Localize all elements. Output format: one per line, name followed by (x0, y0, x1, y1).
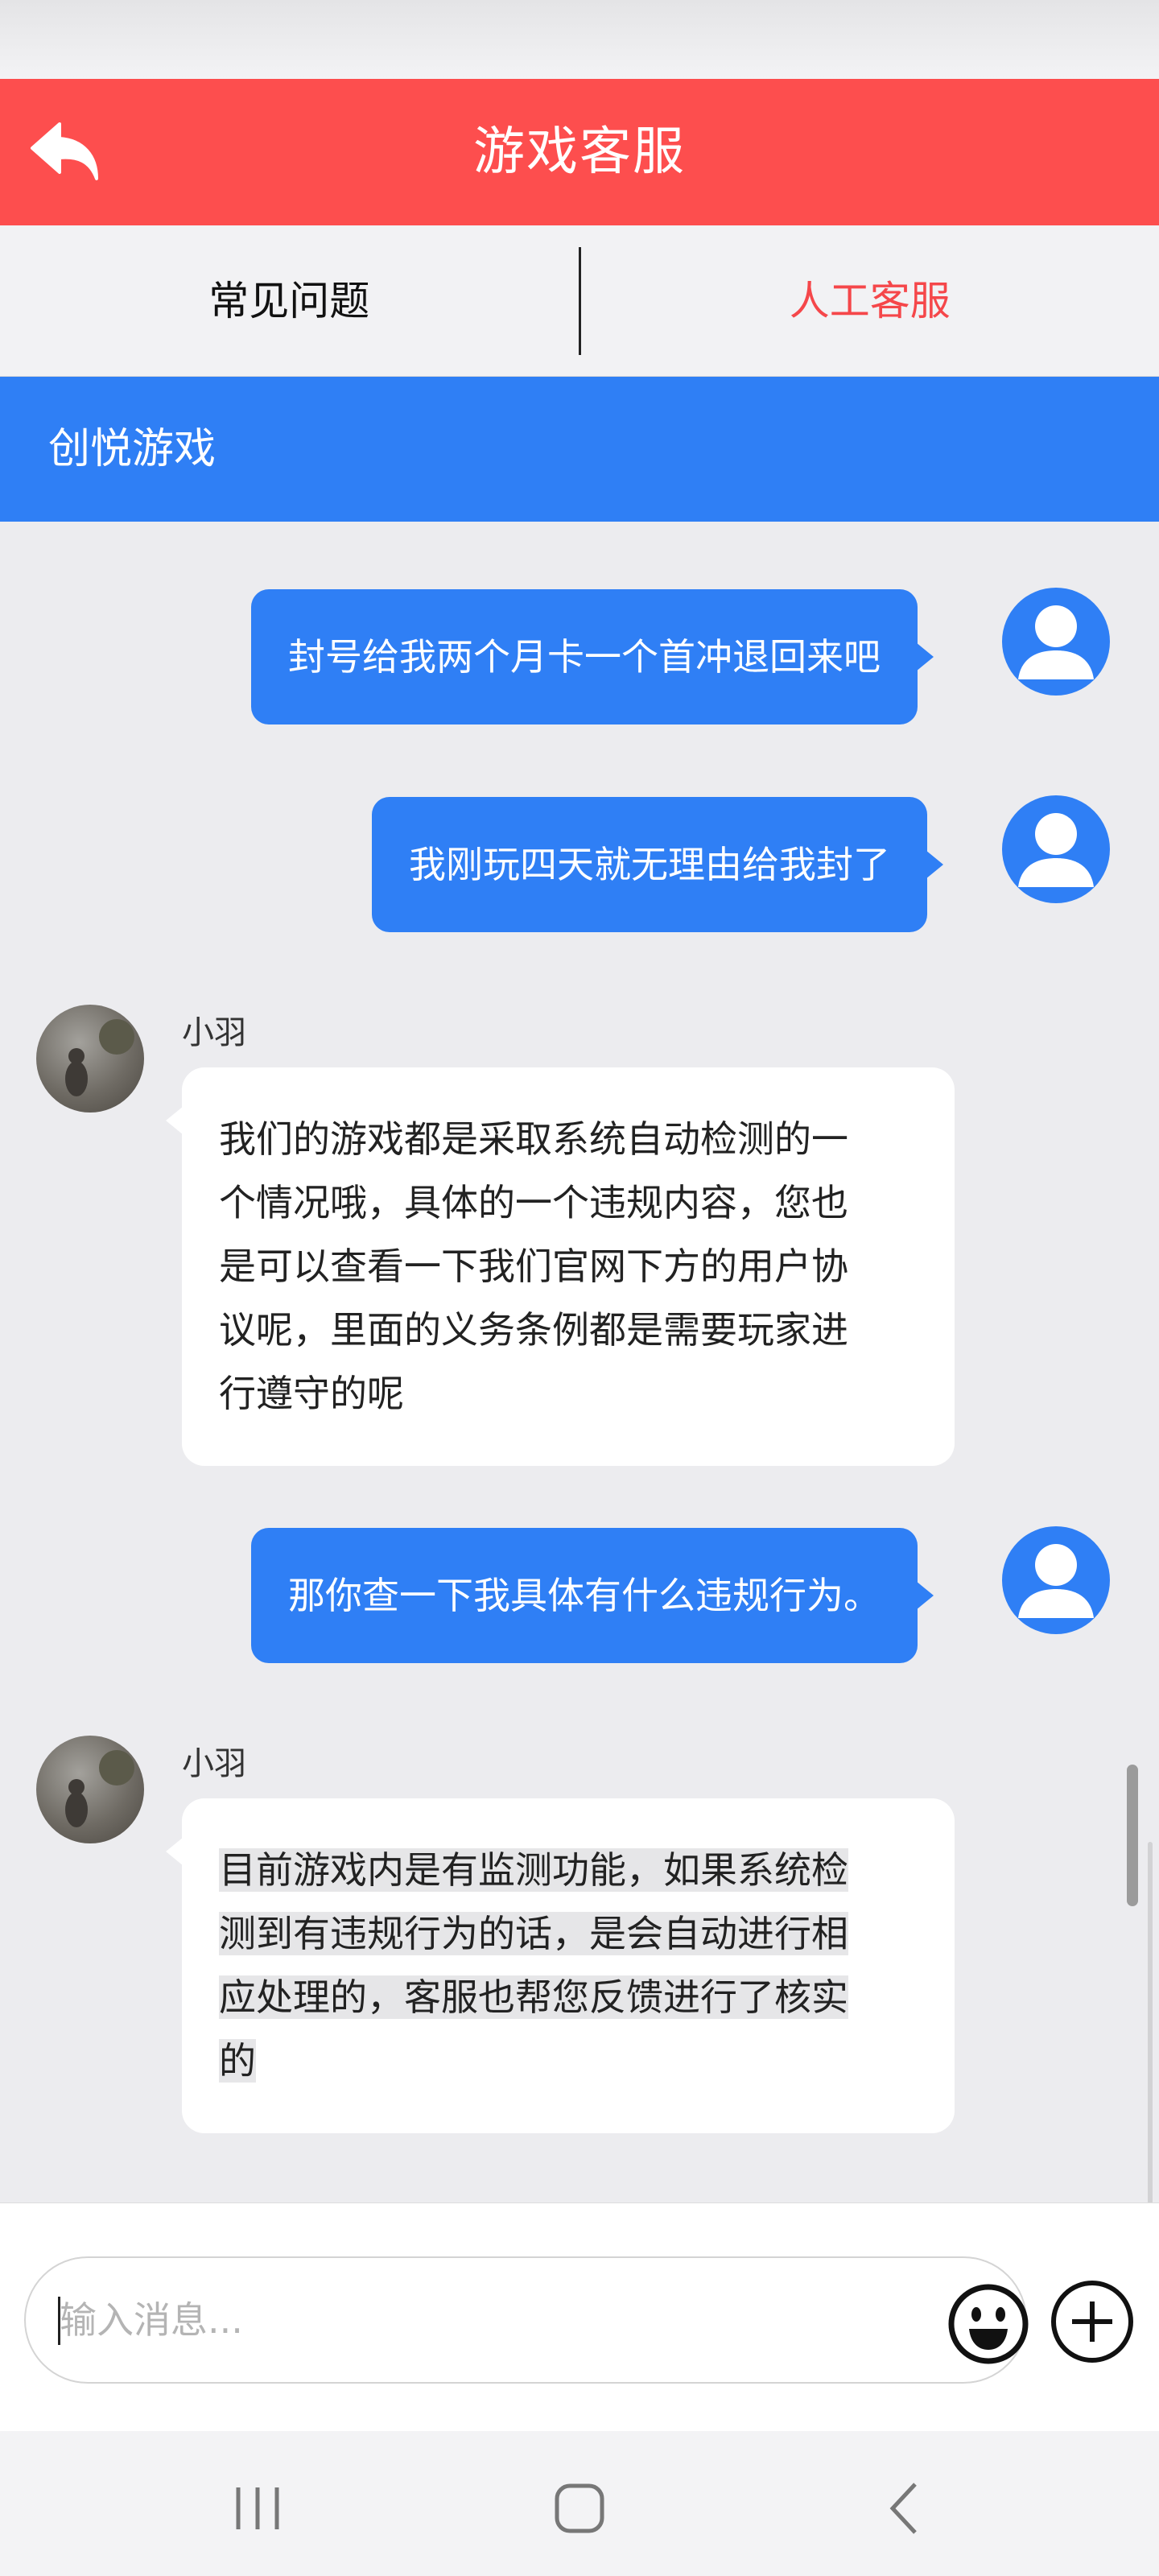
user-message: 那你查一下我具体有什么违规行为。 (251, 1528, 934, 1663)
company-banner: 创悦游戏 (0, 377, 1159, 522)
input-placeholder: 输入消息... (60, 2298, 243, 2342)
message-line: 行遵守的呢 (219, 1372, 404, 1415)
scrollbar-thumb[interactable] (1127, 1765, 1138, 1906)
user-avatar-icon[interactable] (1002, 1526, 1110, 1634)
agent-name: 小羽 (182, 1745, 246, 1782)
message-line: 目前游戏内是有监测功能，如果系统检 (219, 1848, 848, 1892)
tab-human-service[interactable]: 人工客服 (581, 225, 1159, 377)
message-line: 我们的游戏都是采取系统自动检测的一 (219, 1117, 848, 1161)
scrollbar-track[interactable] (1148, 1842, 1153, 2202)
status-bar (0, 0, 1159, 79)
message-line: 测到有违规行为的话，是会自动进行相 (219, 1912, 848, 1955)
back-icon (889, 2483, 917, 2534)
message-line: 议呢，里面的义务条例都是需要玩家进 (219, 1308, 848, 1352)
agent-name: 小羽 (182, 1014, 246, 1051)
home-icon (555, 2483, 604, 2533)
message-line: 的 (219, 2039, 256, 2083)
message-line: 是可以查看一下我们官网下方的用户协 (219, 1245, 848, 1288)
page-title: 游戏客服 (473, 122, 686, 182)
agent-message: 目前游戏内是有监测功能，如果系统检 测到有违规行为的话，是会自动进行相 应处理的… (166, 1798, 955, 2133)
message-input[interactable]: 输入消息... (24, 2256, 1030, 2384)
user-avatar-icon[interactable] (1002, 588, 1110, 696)
emoji-button[interactable] (947, 2282, 1030, 2366)
tab-bar: 常见问题 人工客服 (0, 225, 1159, 377)
agent-avatar[interactable] (36, 1005, 144, 1113)
add-button[interactable] (1050, 2279, 1135, 2364)
app-header: 游戏客服 (0, 79, 1159, 225)
plus-icon (1051, 2281, 1133, 2363)
user-message: 封号给我两个月卡一个首冲退回来吧 (251, 589, 934, 724)
recent-apps-icon (236, 2487, 279, 2529)
nav-back-button[interactable] (873, 2476, 938, 2541)
chat-area[interactable]: 封号给我两个月卡一个首冲退回来吧 我刚玩四天就无理由给我封了 小羽 我们的游戏都… (0, 522, 1159, 2202)
recent-apps-button[interactable] (225, 2476, 290, 2541)
home-button[interactable] (547, 2476, 612, 2541)
message-line: 个情况哦，具体的一个违规内容，您也 (219, 1181, 848, 1224)
emoji-icon (948, 2284, 1029, 2364)
user-message: 我刚玩四天就无理由给我封了 (372, 797, 943, 932)
user-avatar-icon[interactable] (1002, 795, 1110, 903)
message-line: 应处理的，客服也帮您反馈进行了核实 (219, 1975, 848, 2019)
input-bar: 输入消息... (0, 2202, 1159, 2431)
agent-avatar[interactable] (36, 1736, 144, 1843)
tab-faq[interactable]: 常见问题 (0, 225, 579, 377)
system-nav-bar (0, 2431, 1159, 2576)
agent-message: 我们的游戏都是采取系统自动检测的一 个情况哦，具体的一个违规内容，您也 是可以查… (166, 1067, 955, 1466)
